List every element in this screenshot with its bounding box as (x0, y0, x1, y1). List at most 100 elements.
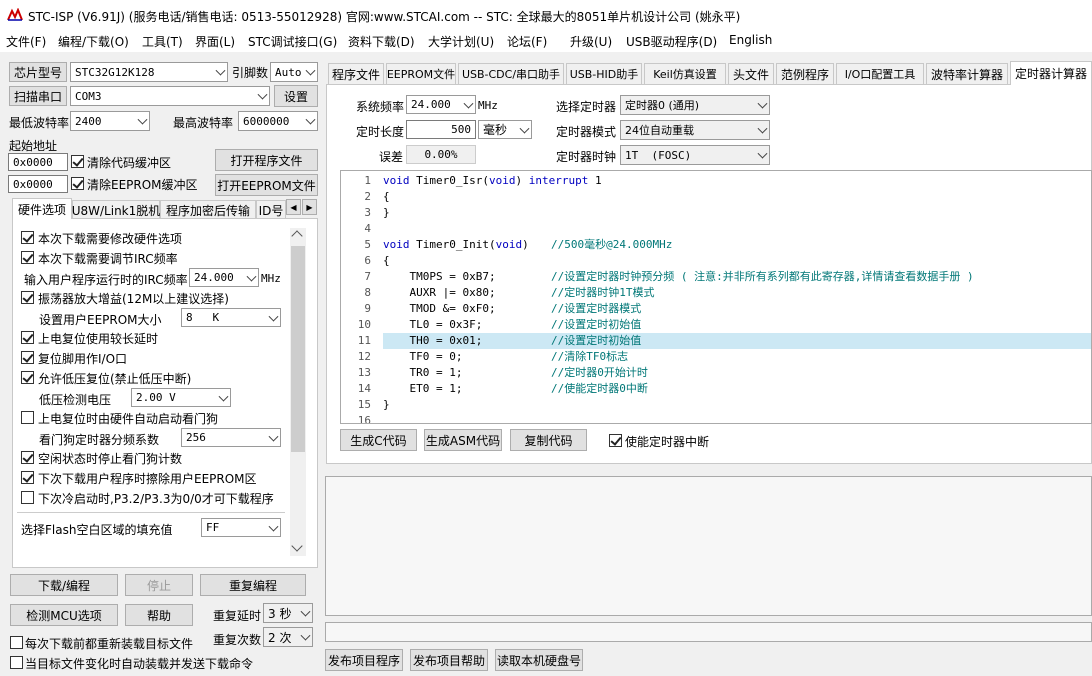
download-program-button[interactable]: 下载/编程 (10, 574, 118, 596)
repeat-count-label: 重复次数 (213, 633, 262, 647)
publish-help-button[interactable]: 发布项目帮助 (410, 649, 488, 671)
output-log-area[interactable] (325, 476, 1092, 616)
timer-mode-select[interactable]: 24位自动重载 (620, 120, 770, 140)
line-number: 2 (364, 190, 371, 203)
scroll-down-icon[interactable] (291, 540, 303, 552)
menu-university[interactable]: 大学计划(U) (428, 33, 494, 50)
auto-send-checkbox[interactable] (10, 656, 23, 669)
menu-english[interactable]: English (729, 33, 772, 47)
publish-project-button[interactable]: 发布项目程序 (325, 649, 403, 671)
code-editor[interactable]: 1 void Timer0_Isr(void) interrupt 1 2{3} 4 5… (340, 170, 1092, 424)
pins-select[interactable]: Auto (270, 62, 318, 82)
read-disk-id-button[interactable]: 读取本机硬盘号 (495, 649, 583, 671)
copy-code-button[interactable]: 复制代码 (510, 429, 587, 451)
repeat-program-button[interactable]: 重复编程 (200, 574, 306, 596)
chip-model-value: STC32G12K128 (75, 65, 155, 79)
min-baud-select[interactable]: 2400 (70, 111, 150, 131)
select-timer-select[interactable]: 定时器0 (通用) (620, 95, 770, 115)
enable-timer-interrupt-checkbox[interactable] (609, 434, 622, 447)
code-text: { (383, 254, 390, 267)
generate-asm-code-button[interactable]: 生成ASM代码 (424, 429, 502, 451)
code-lines: 1 void Timer0_Isr(void) interrupt 1 2{3} 4 5… (341, 173, 1091, 423)
timer-length-unit-select[interactable]: 毫秒 (478, 120, 532, 139)
open-eeprom-file-button[interactable]: 打开EEPROM文件 (215, 174, 318, 196)
long-delay-checkbox[interactable] (21, 331, 34, 344)
line-number: 7 (364, 270, 371, 283)
tab-u8w-offline[interactable]: U8W/Link1脱机 (72, 200, 160, 219)
menu-usb-driver[interactable]: USB驱动程序(D) (626, 33, 717, 50)
modify-hw-checkbox[interactable] (21, 231, 34, 244)
idle-stop-wdt-checkbox[interactable] (21, 451, 34, 464)
tab-hardware-options[interactable]: 硬件选项 (12, 198, 72, 219)
code-line: 3} (341, 205, 1091, 221)
stop-button[interactable]: 停止 (125, 574, 193, 596)
eeprom-start-address-input[interactable]: 0x0000 (8, 175, 68, 193)
line-number: 11 (357, 334, 371, 347)
options-scrollbar[interactable] (290, 228, 306, 556)
flash-fill-label: 选择Flash空白区域的填充值 (21, 523, 173, 537)
p32-p33-checkbox[interactable] (21, 491, 34, 504)
menu-debug-interface[interactable]: STC调试接口(G) (248, 33, 337, 50)
menu-program-download[interactable]: 编程/下载(O) (58, 33, 129, 50)
tab-example-programs[interactable]: 范例程序 (776, 63, 834, 84)
clear-eeprom-label: 清除EEPROM缓冲区 (87, 178, 198, 192)
code-start-address-input[interactable]: 0x0000 (8, 153, 68, 171)
irc-frequency-select[interactable]: 24.000 (189, 268, 259, 287)
tab-eeprom-file[interactable]: EEPROM文件 (386, 63, 456, 84)
scrollbar-thumb[interactable] (291, 246, 305, 452)
port-select[interactable]: COM3 (70, 86, 270, 106)
max-baud-select[interactable]: 6000000 (238, 111, 318, 131)
select-timer-label: 选择定时器 (556, 100, 617, 114)
menu-interface[interactable]: 界面(L) (195, 33, 235, 50)
menu-file[interactable]: 文件(F) (6, 33, 46, 50)
adjust-irc-checkbox[interactable] (21, 251, 34, 264)
chip-model-select[interactable]: STC32G12K128 (70, 62, 228, 82)
tab-timer-calculator[interactable]: 定时器计算器 (1010, 61, 1092, 85)
erase-eeprom-checkbox[interactable] (21, 471, 34, 484)
options-list: 本次下载需要修改硬件选项 本次下载需要调节IRC频率 输入用户程序运行时的IRC… (13, 219, 289, 565)
low-voltage-select[interactable]: 2.00 V (131, 388, 231, 407)
flash-fill-select[interactable]: FF (201, 518, 281, 537)
osc-gain-checkbox[interactable] (21, 291, 34, 304)
repeat-delay-select[interactable]: 3 秒 (263, 603, 313, 623)
clear-code-checkbox[interactable] (71, 155, 84, 168)
tab-keil-emulation[interactable]: Keil仿真设置 (644, 63, 726, 84)
repeat-delay-value: 3 秒 (268, 606, 292, 621)
reload-each-label: 每次下载前都重新装载目标文件 (25, 637, 194, 651)
menu-datasheet[interactable]: 资料下载(D) (348, 33, 415, 50)
tab-scroll-left-button[interactable]: ◀ (286, 199, 301, 215)
reset-as-io-checkbox[interactable] (21, 351, 34, 364)
timer-length-input[interactable]: 500 (406, 120, 476, 139)
eeprom-size-select[interactable]: 8 K (181, 308, 281, 327)
timer-clock-select[interactable]: 1T (FOSC) (620, 145, 770, 165)
tab-usb-hid[interactable]: USB-HID助手 (566, 63, 642, 84)
low-voltage-reset-checkbox[interactable] (21, 371, 34, 384)
idle-stop-wdt-label: 空闲状态时停止看门狗计数 (38, 452, 183, 466)
tab-io-config-tool[interactable]: I/O口配置工具 (836, 63, 924, 84)
sysfreq-select[interactable]: 24.000 (406, 95, 476, 114)
tab-encrypted-transfer[interactable]: 程序加密后传输 (160, 200, 256, 219)
generate-c-code-button[interactable]: 生成C代码 (340, 429, 417, 451)
port-settings-button[interactable]: 设置 (274, 85, 318, 107)
max-baud-label: 最高波特率 (173, 116, 234, 130)
menu-tools[interactable]: 工具(T) (142, 33, 183, 50)
tab-id-number[interactable]: ID号 (256, 200, 286, 219)
scroll-up-icon[interactable] (291, 230, 303, 242)
scan-port-button[interactable]: 扫描串口 (9, 86, 67, 106)
tab-scroll-right-button[interactable]: ▶ (302, 199, 317, 215)
menu-upgrade[interactable]: 升级(U) (570, 33, 612, 50)
help-button[interactable]: 帮助 (125, 604, 193, 626)
auto-watchdog-checkbox[interactable] (21, 411, 34, 424)
tab-usb-cdc-serial[interactable]: USB-CDC/串口助手 (458, 63, 564, 84)
open-program-file-button[interactable]: 打开程序文件 (215, 149, 318, 171)
menu-forum[interactable]: 论坛(F) (507, 33, 547, 50)
tab-header-file[interactable]: 头文件 (728, 63, 774, 84)
reload-each-checkbox[interactable] (10, 636, 23, 649)
clear-eeprom-checkbox[interactable] (71, 177, 84, 190)
repeat-count-select[interactable]: 2 次 (263, 627, 313, 647)
watchdog-divider-select[interactable]: 256 (181, 428, 281, 447)
tab-program-file[interactable]: 程序文件 (328, 63, 384, 84)
detect-mcu-button[interactable]: 检测MCU选项 (10, 604, 118, 626)
tab-baud-calculator[interactable]: 波特率计算器 (926, 63, 1008, 84)
chevron-down-icon (757, 123, 768, 134)
